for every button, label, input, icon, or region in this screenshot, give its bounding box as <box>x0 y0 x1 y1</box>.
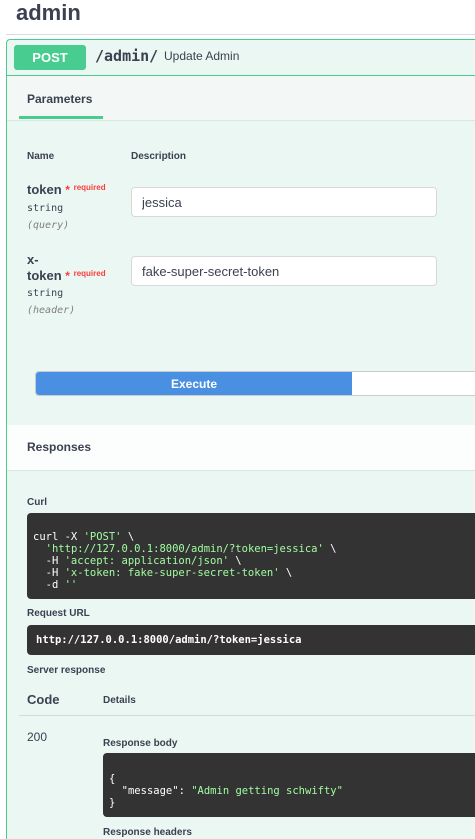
curl-code-block[interactable]: curl -X 'POST' \ 'http://127.0.0.1:8000/… <box>27 513 475 599</box>
param-x-token-name: x- token * required <box>27 252 106 286</box>
column-details: Details <box>103 695 136 706</box>
json-line: "message": "Admin getting schwifty" <box>121 785 343 797</box>
param-name-text: token <box>27 182 62 197</box>
response-body-block[interactable]: { "message": "Admin getting schwifty"} <box>103 753 475 817</box>
tab-parameters[interactable]: Parameters <box>27 92 92 106</box>
request-url-label: Request URL <box>27 608 90 619</box>
curl-line: -H 'accept: application/json' \ <box>33 555 242 567</box>
request-url-block[interactable]: http://127.0.0.1:8000/admin/?token=jessi… <box>27 625 475 655</box>
method-badge: POST <box>14 45 86 70</box>
param-x-token-in: (header) <box>27 305 76 316</box>
column-description: Description <box>131 151 187 162</box>
section-title[interactable]: admin <box>16 0 81 26</box>
curl-label: Curl <box>27 497 47 508</box>
required-star: * <box>65 183 70 197</box>
curl-line: curl -X 'POST' \ <box>33 531 135 543</box>
x-token-input[interactable] <box>131 256 437 286</box>
responses-title: Responses <box>27 440 92 454</box>
curl-line: -d '' <box>33 579 78 591</box>
response-table-divider <box>19 715 475 716</box>
column-name: Name <box>27 151 55 162</box>
required-label: required <box>73 183 106 192</box>
tab-underline <box>19 116 103 119</box>
param-name-text: x- <box>27 252 39 267</box>
responses-header: Responses <box>7 425 475 471</box>
operation-block: POST /admin/ Update Admin Parameters Nam… <box>6 39 475 839</box>
param-token-name: token * required <box>27 182 106 200</box>
server-response-label: Server response <box>27 665 106 676</box>
param-name-text: token <box>27 268 62 283</box>
json-brace: } <box>109 797 116 809</box>
response-body-label: Response body <box>103 738 178 749</box>
json-brace: { <box>109 773 116 785</box>
response-code: 200 <box>27 730 48 744</box>
title-divider <box>6 34 475 35</box>
column-code: Code <box>27 692 60 707</box>
execute-button[interactable]: Execute <box>36 372 352 395</box>
param-token-type: string <box>27 203 64 214</box>
curl-line: 'http://127.0.0.1:8000/admin/?token=jess… <box>45 543 337 555</box>
operation-summary[interactable]: POST /admin/ Update Admin <box>7 40 475 76</box>
param-token-in: (query) <box>27 220 70 231</box>
operation-path: /admin/ <box>95 47 159 65</box>
operation-summary-text: Update Admin <box>164 49 240 63</box>
required-label: required <box>73 269 106 278</box>
required-star: * <box>65 269 70 283</box>
parameters-header: Parameters <box>7 76 475 121</box>
execute-wrapper: Execute <box>35 371 475 396</box>
param-x-token-type: string <box>27 288 64 299</box>
token-input[interactable] <box>131 187 437 217</box>
curl-line: -H 'x-token: fake-super-secret-token' \ <box>33 567 293 579</box>
